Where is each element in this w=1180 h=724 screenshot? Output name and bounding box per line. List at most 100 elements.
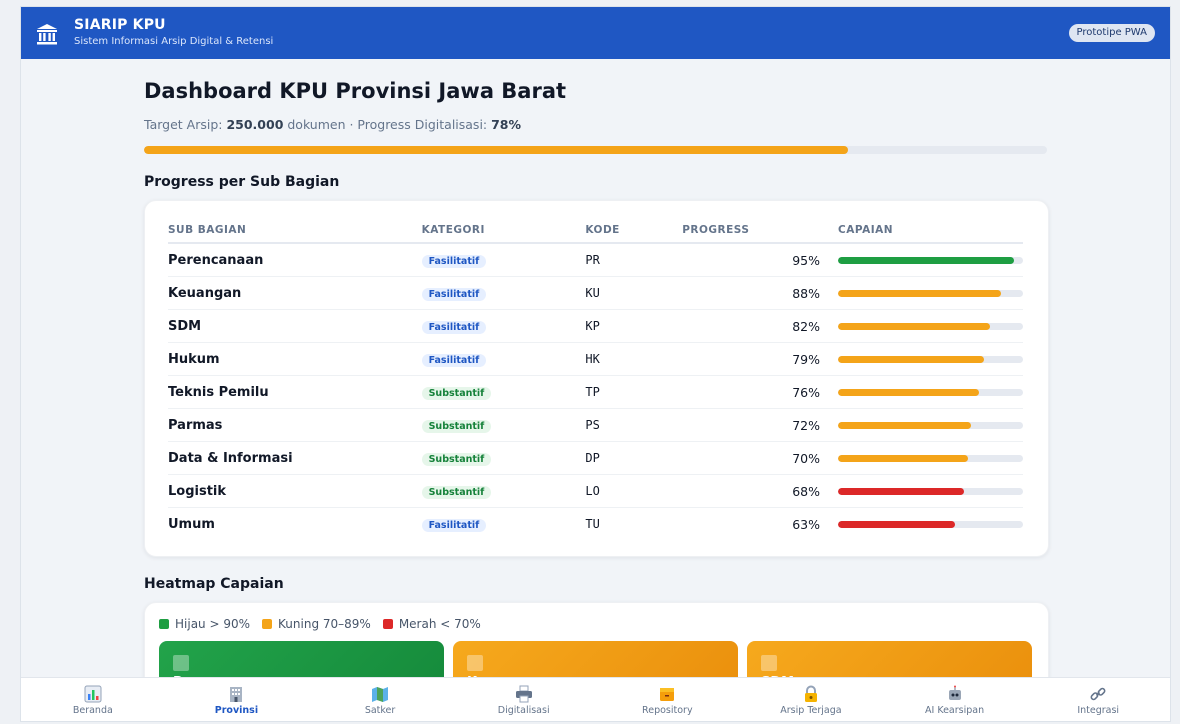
app-header: SIARIP KPU Sistem Informasi Arsip Digita…: [21, 7, 1170, 59]
category-badge: Fasilitatif: [421, 321, 487, 334]
achievement-bar-fill: [838, 421, 972, 429]
category-badge: Fasilitatif: [421, 255, 487, 268]
heatmap-section-title: Heatmap Capaian: [144, 576, 284, 592]
nav-item-beranda[interactable]: Beranda: [21, 678, 165, 721]
legend-label: Hijau > 90%: [175, 617, 251, 631]
achievement-bar: [838, 355, 1023, 363]
nav-item-digitalisasi[interactable]: Digitalisasi: [452, 678, 596, 721]
table-row[interactable]: SDM Fasilitatif KP 82%: [168, 309, 1023, 343]
office-building-icon: [230, 687, 243, 702]
bar-chart-icon: [84, 685, 102, 703]
category-cell: Substantif: [421, 375, 586, 409]
nav-item-integrasi[interactable]: Integrasi: [1026, 678, 1170, 721]
achievement-cell: [838, 243, 1023, 277]
nav-label: Integrasi: [1077, 705, 1120, 716]
legend-item-green: Hijau > 90%: [159, 617, 250, 631]
target-label: Target Arsip:: [144, 117, 227, 132]
tile-status-icon: [467, 655, 483, 671]
category-badge: Substantif: [421, 486, 492, 499]
achievement-cell: [838, 441, 1023, 475]
progress-percent: 68%: [682, 474, 838, 508]
main-content[interactable]: Dashboard KPU Provinsi Jawa Barat Target…: [21, 59, 1170, 679]
heatmap-legend: Hijau > 90% Kuning 70–89% Merah < 70%: [159, 617, 493, 631]
table-row[interactable]: Logistik Substantif LO 68%: [168, 474, 1023, 508]
achievement-bar-fill: [838, 520, 955, 528]
code-cell: TU: [585, 517, 600, 531]
progress-percent: 76%: [682, 375, 838, 409]
lock-key-icon: [804, 685, 817, 702]
progress-percent: 79%: [682, 342, 838, 376]
achievement-bar-fill: [838, 388, 979, 396]
app-subtitle: Sistem Informasi Arsip Digital & Retensi: [74, 36, 274, 47]
heatmap-tile[interactable]: Perencanaan: [159, 641, 444, 679]
page-title: Dashboard KPU Provinsi Jawa Barat: [144, 79, 567, 103]
category-cell: Fasilitatif: [421, 243, 586, 277]
category-cell: Fasilitatif: [421, 276, 586, 310]
nav-item-repository[interactable]: Repository: [596, 678, 740, 721]
link-icon: [1090, 687, 1106, 701]
heatmap-tile[interactable]: Keuangan: [453, 641, 738, 679]
sub-bagian-name: SDM: [168, 309, 422, 343]
building-columns-icon: [37, 24, 57, 45]
achievement-bar: [838, 256, 1023, 264]
bottom-navigation: Beranda Provinsi Satker Digitalisasi Reposit…: [21, 677, 1170, 721]
sub-bagian-name: Keuangan: [168, 276, 422, 310]
sub-bagian-name: Parmas: [168, 408, 422, 442]
achievement-bar: [838, 289, 1023, 297]
category-badge: Substantif: [421, 453, 492, 466]
achievement-bar-fill: [838, 487, 964, 495]
progress-percent: 72%: [682, 408, 838, 442]
achievement-cell: [838, 408, 1023, 442]
achievement-bar: [838, 454, 1023, 462]
legend-item-yellow: Kuning 70–89%: [262, 617, 371, 631]
table-row[interactable]: Perencanaan Fasilitatif PR 95%: [168, 243, 1023, 277]
category-badge: Substantif: [421, 420, 492, 433]
digitalization-progress-fill: [144, 146, 849, 154]
achievement-cell: [838, 375, 1023, 409]
code-cell: LO: [585, 474, 683, 508]
progress-percent: 70%: [682, 441, 838, 475]
sub-bagian-name: Hukum: [168, 342, 422, 376]
sub-bagian-name: Teknis Pemilu: [168, 375, 422, 409]
target-value: 250.000: [226, 117, 284, 132]
table-row[interactable]: Data & Informasi Substantif DP 70%: [168, 441, 1023, 475]
nav-item-satker[interactable]: Satker: [308, 678, 452, 721]
nav-label: Digitalisasi: [497, 705, 550, 716]
file-cabinet-icon: [660, 688, 675, 701]
achievement-bar-fill: [838, 454, 968, 462]
code-cell: KU: [585, 276, 683, 310]
category-badge: Substantif: [421, 387, 492, 400]
code-cell: DP: [585, 441, 683, 475]
nav-label: Provinsi: [214, 705, 259, 716]
table-row[interactable]: Teknis Pemilu Substantif TP 76%: [168, 375, 1023, 409]
legend-swatch-yellow: [262, 619, 273, 629]
table-row[interactable]: Hukum Fasilitatif HK 79%: [168, 342, 1023, 376]
legend-label: Kuning 70–89%: [278, 617, 371, 631]
column-header-capaian: CAPAIAN: [838, 218, 1023, 244]
table-row[interactable]: Umum Fasilitatif TU 63%: [168, 508, 1023, 541]
category-cell: Substantif: [421, 474, 586, 508]
achievement-cell: [838, 309, 1023, 343]
nav-label: Arsip Terjaga: [780, 705, 842, 716]
nav-item-provinsi[interactable]: Provinsi: [165, 678, 309, 721]
achievement-bar: [838, 421, 1023, 429]
achievement-bar: [838, 322, 1023, 330]
legend-swatch-green: [159, 619, 169, 629]
table-row[interactable]: Parmas Substantif PS 72%: [168, 408, 1023, 442]
table-row[interactable]: Keuangan Fasilitatif KU 88%: [168, 276, 1023, 310]
sub-bagian-name: Logistik: [168, 474, 422, 508]
category-badge: Fasilitatif: [421, 288, 487, 301]
code-cell: PS: [585, 408, 683, 442]
progress-percent: 82%: [682, 309, 838, 343]
app-window: SIARIP KPU Sistem Informasi Arsip Digita…: [20, 6, 1171, 722]
nav-label: Repository: [642, 705, 693, 716]
category-cell: Fasilitatif: [421, 309, 586, 343]
category-cell: Fasilitatif: [421, 508, 586, 541]
app-title: SIARIP KPU: [74, 17, 166, 33]
printer-icon: [515, 685, 532, 703]
nav-item-arsip-terjaga[interactable]: Arsip Terjaga: [739, 678, 883, 721]
legend-label: Merah < 70%: [398, 617, 481, 631]
nav-item-ai-kearsipan[interactable]: AI Kearsipan: [883, 678, 1027, 721]
heatmap-tile[interactable]: SDM: [747, 641, 1032, 679]
category-badge: Fasilitatif: [421, 519, 487, 532]
